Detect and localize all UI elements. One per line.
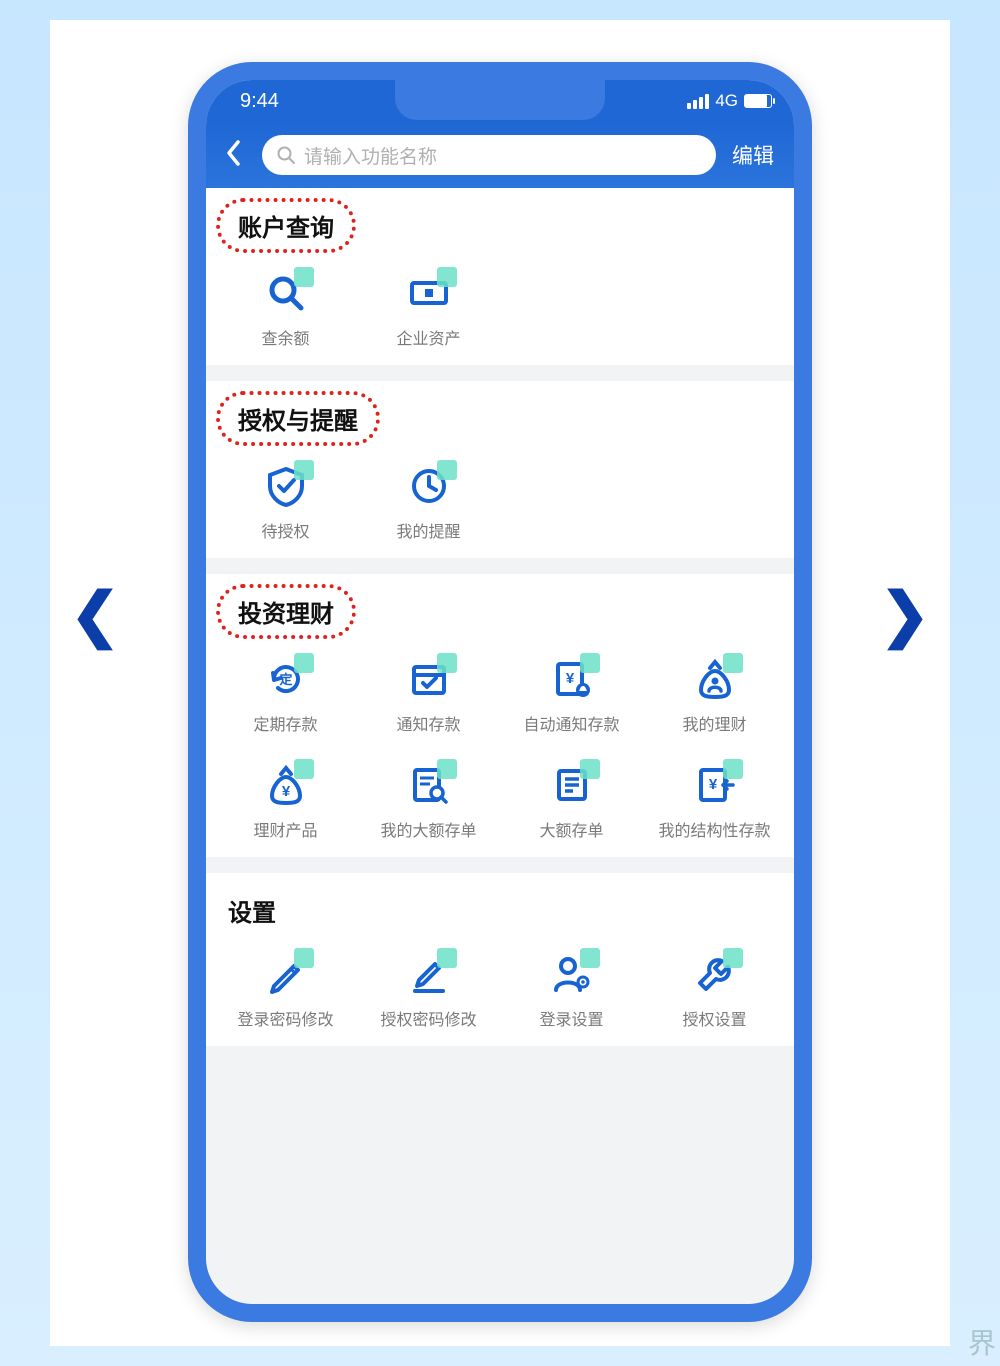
svg-text:定: 定: [278, 672, 292, 687]
person-gear-icon: [550, 952, 594, 996]
app-item-magnifier[interactable]: 查余额: [214, 271, 357, 349]
app-item-calendar-check[interactable]: 通知存款: [357, 657, 500, 735]
icon-grid: 定定期存款通知存款¥自动通知存款我的理财¥理财产品我的大额存单大额存单¥我的结构…: [206, 647, 794, 841]
section-2: 投资理财定定期存款通知存款¥自动通知存款我的理财¥理财产品我的大额存单大额存单¥…: [206, 574, 794, 857]
ticket-icon: [407, 271, 451, 315]
search-input[interactable]: 请输入功能名称: [262, 135, 716, 175]
pencil-icon: [264, 952, 308, 996]
app-label: 定期存款: [253, 711, 317, 735]
refresh-ding-icon: 定: [264, 657, 308, 701]
app-item-refresh-ding[interactable]: 定定期存款: [214, 657, 357, 735]
section-title: 投资理财: [216, 584, 356, 639]
carousel-next[interactable]: ❯: [880, 580, 930, 650]
clock-icon: [407, 464, 451, 508]
section-title: 设置: [206, 873, 794, 942]
app-item-pencil-under[interactable]: 授权密码修改: [357, 952, 500, 1030]
phone-frame: 9:44 4G 请输入功能名称 编辑 账户查询查余额企业资产授权与提醒待授权我的…: [188, 62, 812, 1322]
app-item-shield-check[interactable]: 待授权: [214, 464, 357, 542]
doc-search-icon: [407, 763, 451, 807]
app-item-ticket[interactable]: 企业资产: [357, 271, 500, 349]
bag-yen-icon: ¥: [264, 763, 308, 807]
shield-check-icon: [264, 464, 308, 508]
section-1: 授权与提醒待授权 我的提醒: [206, 381, 794, 558]
phone-notch: [395, 78, 605, 120]
app-label: 待授权: [261, 518, 309, 542]
app-item-bag-yen[interactable]: ¥ 理财产品: [214, 763, 357, 841]
doc-yen-bell-icon: ¥: [550, 657, 594, 701]
search-placeholder: 请输入功能名称: [304, 142, 437, 169]
icon-grid: 登录密码修改 授权密码修改 登录设置 授权设置: [206, 942, 794, 1030]
app-label: 大额存单: [539, 817, 603, 841]
app-label: 我的理财: [682, 711, 746, 735]
icon-grid: 待授权 我的提醒: [206, 454, 794, 542]
doc-lines-icon: [550, 763, 594, 807]
svg-text:¥: ¥: [281, 783, 290, 800]
app-label: 登录密码修改: [237, 1006, 333, 1030]
doc-yen-in-icon: ¥: [693, 763, 737, 807]
app-label: 我的大额存单: [380, 817, 476, 841]
svg-text:¥: ¥: [708, 776, 717, 793]
carousel-prev[interactable]: ❮: [70, 580, 120, 650]
app-item-doc-yen-in[interactable]: ¥ 我的结构性存款: [643, 763, 786, 841]
app-item-pencil[interactable]: 登录密码修改: [214, 952, 357, 1030]
app-label: 企业资产: [396, 325, 460, 349]
app-label: 登录设置: [539, 1006, 603, 1030]
app-label: 授权设置: [682, 1006, 746, 1030]
section-3: 设置登录密码修改 授权密码修改 登录设置 授权设置: [206, 873, 794, 1046]
watermark: 界: [968, 1322, 996, 1362]
section-title: 授权与提醒: [216, 391, 380, 446]
app-label: 自动通知存款: [523, 711, 619, 735]
edit-button[interactable]: 编辑: [728, 134, 778, 176]
icon-grid: 查余额 企业资产: [206, 261, 794, 349]
magnifier-icon: [264, 271, 308, 315]
wrench-icon: [693, 952, 737, 996]
app-item-person-gear[interactable]: 登录设置: [500, 952, 643, 1030]
app-item-doc-yen-bell[interactable]: ¥ 自动通知存款: [500, 657, 643, 735]
calendar-check-icon: [407, 657, 451, 701]
app-label: 通知存款: [396, 711, 460, 735]
app-label: 理财产品: [253, 817, 317, 841]
app-item-wrench[interactable]: 授权设置: [643, 952, 786, 1030]
app-label: 查余额: [261, 325, 309, 349]
section-title: 账户查询: [216, 198, 356, 253]
nav-bar: 请输入功能名称 编辑: [206, 122, 794, 188]
status-time: 9:44: [240, 90, 279, 113]
app-item-doc-lines[interactable]: 大额存单: [500, 763, 643, 841]
app-label: 我的提醒: [396, 518, 460, 542]
app-item-bag-person[interactable]: 我的理财: [643, 657, 786, 735]
app-label: 我的结构性存款: [658, 817, 770, 841]
pencil-under-icon: [407, 952, 451, 996]
section-0: 账户查询查余额 企业资产: [206, 188, 794, 365]
app-label: 授权密码修改: [380, 1006, 476, 1030]
app-item-doc-search[interactable]: 我的大额存单: [357, 763, 500, 841]
battery-icon: [744, 94, 772, 108]
bag-person-icon: [693, 657, 737, 701]
back-button[interactable]: [216, 133, 250, 178]
svg-text:¥: ¥: [565, 670, 574, 687]
status-network: 4G: [715, 91, 738, 111]
app-item-clock[interactable]: 我的提醒: [357, 464, 500, 542]
chevron-left-icon: [224, 139, 242, 167]
signal-icon: [687, 94, 709, 109]
search-icon: [276, 145, 296, 165]
